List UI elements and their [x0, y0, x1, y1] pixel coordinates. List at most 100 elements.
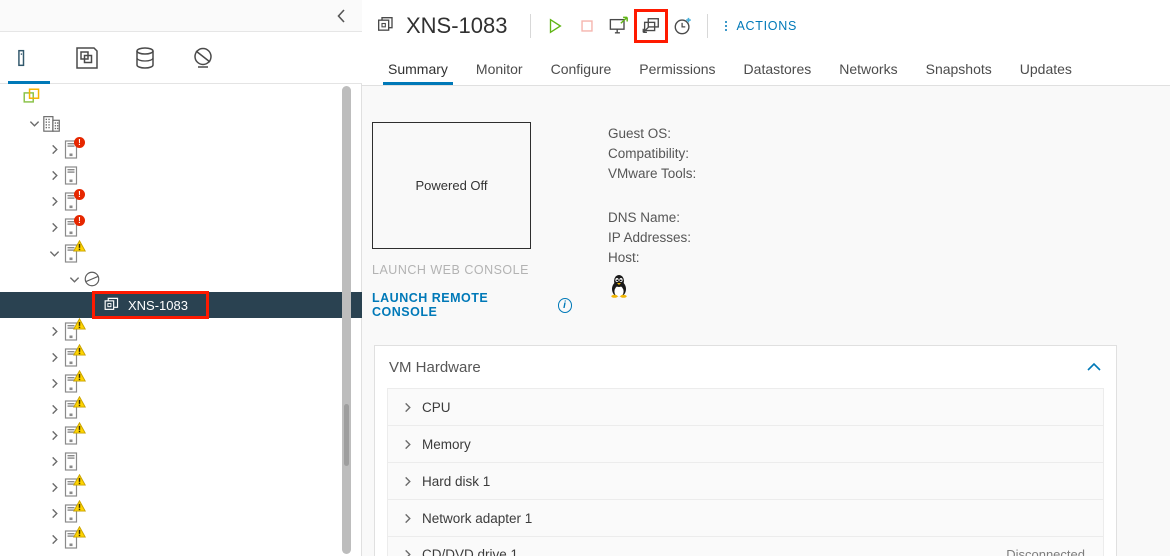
- chevron-right-icon[interactable]: [46, 219, 62, 235]
- inventory-tab-networks[interactable]: [174, 32, 232, 84]
- property-row: Guest OS:: [608, 124, 704, 144]
- tab-networks[interactable]: Networks: [825, 62, 911, 85]
- host-icon: [62, 477, 82, 497]
- host-icon: [62, 451, 82, 471]
- launch-web-console-link: LAUNCH WEB CONSOLE: [372, 263, 572, 277]
- inventory-tab-datastores[interactable]: [116, 32, 174, 84]
- chevron-right-icon[interactable]: [402, 402, 418, 413]
- chevron-down-icon[interactable]: [26, 115, 42, 131]
- vm-hardware-title: VM Hardware: [389, 359, 481, 376]
- chevron-right-icon[interactable]: [402, 549, 418, 556]
- vm-hardware-row[interactable]: CD/DVD drive 1Disconnected: [387, 536, 1104, 556]
- vm-hardware-row[interactable]: Hard disk 1: [387, 462, 1104, 499]
- chevron-right-icon[interactable]: [46, 401, 62, 417]
- linux-penguin-icon: [608, 274, 630, 298]
- chevron-right-icon[interactable]: [402, 439, 418, 450]
- scrollbar-thumb[interactable]: [344, 404, 349, 466]
- tree-item[interactable]: !: [0, 214, 362, 240]
- tab-permissions[interactable]: Permissions: [625, 62, 729, 85]
- host-icon: [62, 347, 82, 367]
- inventory-tree[interactable]: !!! XNS-1083: [0, 84, 362, 556]
- tree-item[interactable]: [0, 474, 362, 500]
- warning-badge-icon: [73, 396, 86, 408]
- tree-item[interactable]: [0, 370, 362, 396]
- vm-hardware-row[interactable]: CPU: [387, 388, 1104, 425]
- power-on-button[interactable]: [540, 11, 570, 41]
- inventory-scrollbar[interactable]: [342, 86, 351, 554]
- warning-badge-icon: [73, 500, 86, 512]
- tree-item[interactable]: [0, 162, 362, 188]
- tab-datastores[interactable]: Datastores: [730, 62, 826, 85]
- tree-item[interactable]: [0, 344, 362, 370]
- tab-updates[interactable]: Updates: [1006, 62, 1086, 85]
- warning-badge-icon: [73, 422, 86, 434]
- host-icon: [62, 373, 82, 393]
- chevron-right-icon[interactable]: [402, 513, 418, 524]
- resource-pool-icon: [82, 269, 102, 289]
- inventory-tab-vms-and-templates[interactable]: [58, 32, 116, 84]
- inventory-tab-hosts-and-clusters[interactable]: [0, 32, 58, 84]
- tree-item[interactable]: [0, 526, 362, 552]
- tree-item[interactable]: !: [0, 188, 362, 214]
- tree-item[interactable]: !: [0, 136, 362, 162]
- error-badge-icon: !: [74, 215, 85, 226]
- power-off-button[interactable]: [572, 11, 602, 41]
- vm-detail-panel: XNS-1083: [362, 0, 1170, 556]
- chevron-right-icon[interactable]: [46, 427, 62, 443]
- vm-console-thumbnail[interactable]: Powered Off: [372, 122, 531, 249]
- launch-remote-console-link[interactable]: LAUNCH REMOTE CONSOLE i: [372, 291, 572, 319]
- chevron-down-icon[interactable]: [46, 245, 62, 261]
- tree-item[interactable]: [0, 84, 362, 110]
- vsphere-client: !!! XNS-1083 XNS-1083: [0, 0, 1170, 556]
- power-state-text: Powered Off: [415, 178, 487, 193]
- chevron-down-icon[interactable]: [66, 271, 82, 287]
- tree-item[interactable]: [0, 396, 362, 422]
- scrollbar-track[interactable]: [342, 86, 351, 554]
- chevron-left-icon[interactable]: [330, 4, 354, 28]
- chevron-right-icon[interactable]: [46, 375, 62, 391]
- chevron-right-icon[interactable]: [46, 193, 62, 209]
- migrate-vm-button[interactable]: [636, 11, 666, 41]
- tree-item[interactable]: [0, 266, 362, 292]
- chevron-right-icon[interactable]: [46, 141, 62, 157]
- chevron-right-icon[interactable]: [46, 479, 62, 495]
- vm-hardware-row[interactable]: Memory: [387, 425, 1104, 462]
- vm-hardware-label: Memory: [422, 437, 471, 452]
- actions-menu-button[interactable]: ACTIONS: [720, 19, 797, 33]
- tree-item[interactable]: [0, 422, 362, 448]
- chevron-right-icon[interactable]: [46, 323, 62, 339]
- launch-remote-console-label: LAUNCH REMOTE CONSOLE: [372, 291, 550, 319]
- snapshot-button[interactable]: [668, 11, 698, 41]
- tree-item[interactable]: [0, 240, 362, 266]
- vm-hardware-row[interactable]: Network adapter 1: [387, 499, 1104, 536]
- tab-summary[interactable]: Summary: [374, 62, 462, 85]
- error-badge-icon: !: [74, 189, 85, 200]
- chevron-right-icon[interactable]: [46, 453, 62, 469]
- tab-monitor[interactable]: Monitor: [462, 62, 537, 85]
- vcenter-icon: [22, 87, 42, 107]
- host-icon: [62, 503, 82, 523]
- property-label: IP Addresses:: [608, 230, 691, 245]
- chevron-up-icon[interactable]: [1086, 359, 1102, 375]
- property-label: Host:: [608, 250, 640, 265]
- tree-item[interactable]: [0, 500, 362, 526]
- property-row: DNS Name:: [608, 208, 704, 228]
- warning-badge-icon: [73, 240, 86, 252]
- info-circle-icon[interactable]: i: [558, 298, 572, 313]
- vm-hardware-value: Disconnected: [1006, 547, 1085, 556]
- chevron-right-icon[interactable]: [46, 531, 62, 547]
- tree-item[interactable]: [0, 448, 362, 474]
- tree-item[interactable]: [0, 318, 362, 344]
- launch-console-button[interactable]: [604, 11, 634, 41]
- tree-item[interactable]: [0, 110, 362, 136]
- property-row: Host:: [608, 248, 704, 268]
- vm-header: XNS-1083: [362, 0, 1170, 52]
- tab-snapshots[interactable]: Snapshots: [912, 62, 1006, 85]
- chevron-right-icon[interactable]: [402, 476, 418, 487]
- tree-item-selected-vm[interactable]: XNS-1083: [0, 292, 362, 318]
- chevron-right-icon[interactable]: [46, 505, 62, 521]
- chevron-right-icon[interactable]: [46, 349, 62, 365]
- chevron-right-icon[interactable]: [46, 167, 62, 183]
- host-icon: [62, 321, 82, 341]
- tab-configure[interactable]: Configure: [537, 62, 626, 85]
